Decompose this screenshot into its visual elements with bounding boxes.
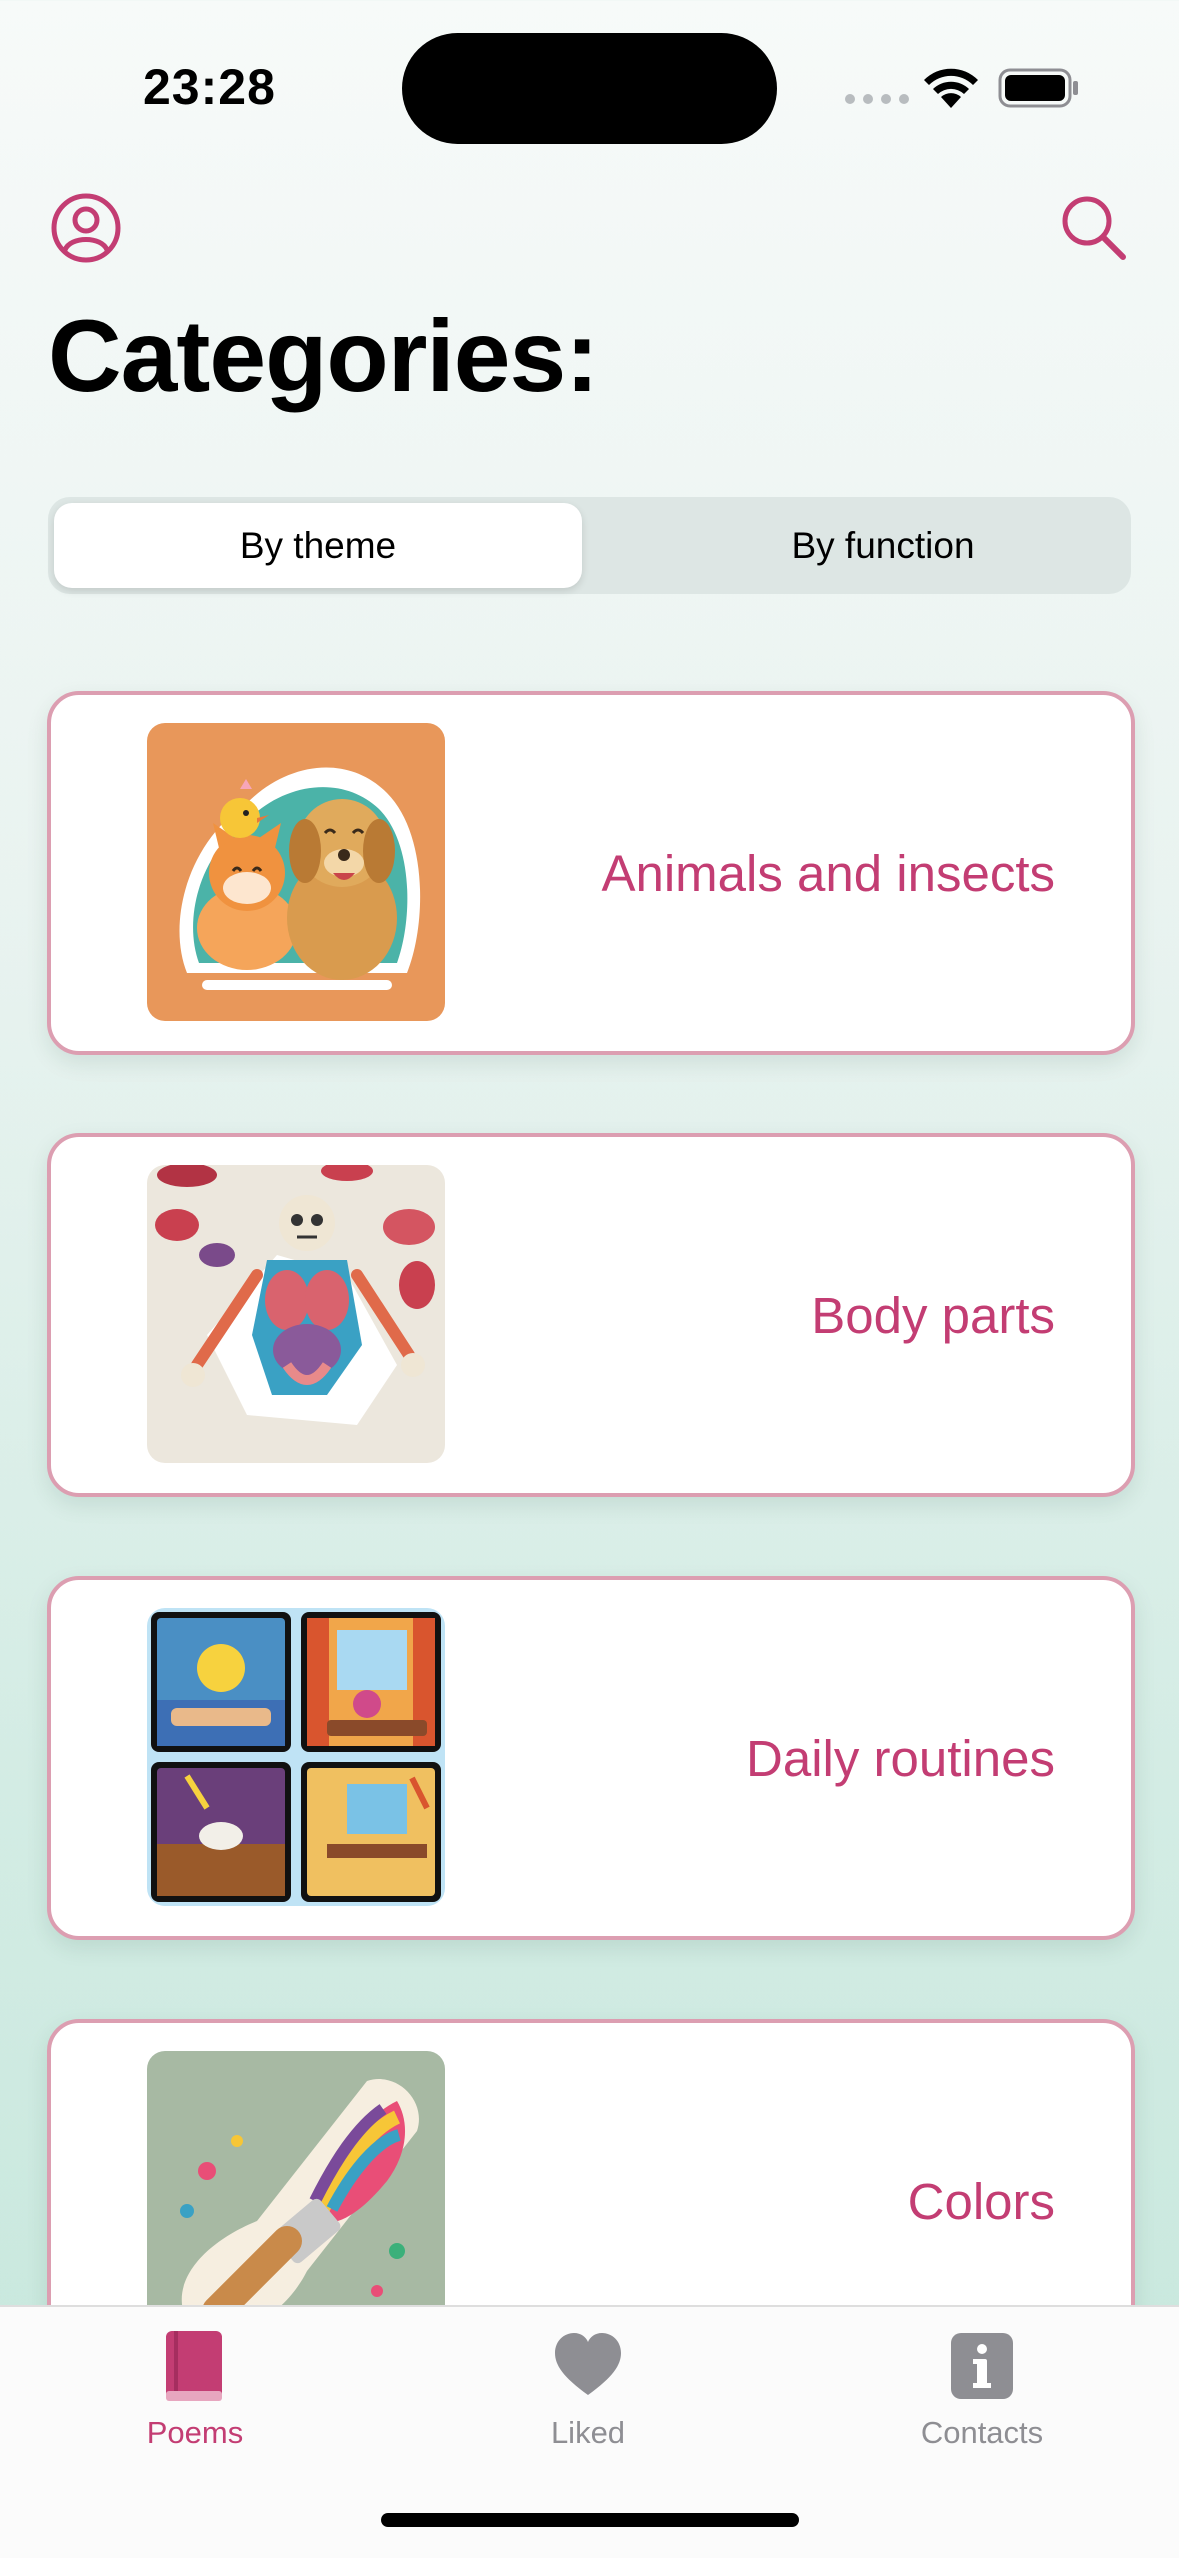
dynamic-island [402, 33, 777, 144]
battery-icon [998, 68, 1078, 108]
info-icon [951, 2333, 1013, 2399]
segment-by-theme[interactable]: By theme [54, 503, 582, 588]
book-icon [166, 2331, 222, 2401]
tab-label: Poems [146, 2415, 244, 2450]
page-title: Categories: [48, 299, 599, 413]
category-mode-segmented-control: By theme By function [48, 497, 1131, 594]
tab-label: Liked [550, 2415, 626, 2450]
search-icon[interactable] [1058, 192, 1128, 262]
daily-routine-collage-image [147, 1608, 445, 1906]
body-anatomy-sticker-image [147, 1165, 445, 1463]
category-card-animals[interactable]: Animals and insects [47, 691, 1135, 1055]
tab-contacts[interactable]: Contacts [852, 2329, 1112, 2479]
category-card-daily-routines[interactable]: Daily routines [47, 1576, 1135, 1940]
profile-icon[interactable] [50, 192, 122, 264]
tab-label: Contacts [920, 2415, 1044, 2450]
home-indicator [381, 2513, 799, 2527]
tab-liked[interactable]: Liked [458, 2329, 718, 2479]
segment-by-function[interactable]: By function [638, 503, 1128, 588]
animals-sticker-image [147, 723, 445, 1021]
category-label: Animals and insects [601, 844, 1055, 902]
category-card-body-parts[interactable]: Body parts [47, 1133, 1135, 1497]
tab-poems[interactable]: Poems [65, 2329, 325, 2479]
category-label: Body parts [811, 1286, 1055, 1344]
heart-icon [555, 2333, 621, 2395]
category-label: Daily routines [746, 1729, 1055, 1787]
cellular-signal-icon [845, 94, 909, 104]
status-time: 23:28 [143, 59, 276, 115]
wifi-icon [924, 68, 978, 108]
